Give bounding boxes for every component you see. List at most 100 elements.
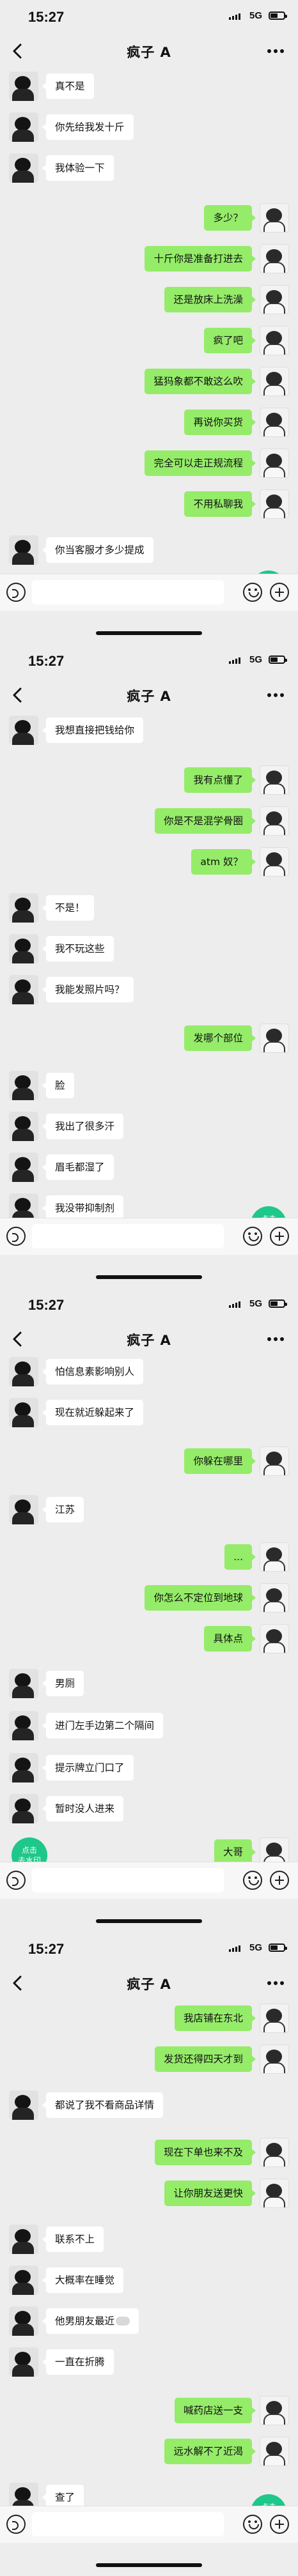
message-bubble[interactable]: 暂时没人进来 (42, 1796, 124, 1821)
message-bubble[interactable]: 眉毛都湿了 (42, 1154, 114, 1180)
plus-icon[interactable] (270, 1871, 289, 1890)
contact-avatar[interactable] (9, 112, 38, 142)
user-avatar[interactable] (260, 847, 289, 877)
voice-icon[interactable] (6, 1227, 26, 1246)
user-avatar[interactable] (260, 765, 289, 795)
contact-avatar[interactable] (9, 2090, 38, 2120)
user-avatar[interactable] (260, 2138, 289, 2167)
contact-avatar[interactable] (9, 2347, 38, 2377)
user-avatar[interactable] (260, 1624, 289, 1653)
message-input[interactable] (32, 580, 224, 604)
message-bubble[interactable]: 大哥 (214, 1839, 256, 1865)
contact-avatar[interactable] (9, 1794, 38, 1823)
user-avatar[interactable] (260, 203, 289, 233)
message-bubble[interactable]: 具体点 (204, 1626, 256, 1652)
message-bubble[interactable]: 怕信息素影响别人 (42, 1359, 144, 1384)
user-avatar[interactable] (260, 806, 289, 836)
user-avatar[interactable] (260, 408, 289, 437)
message-bubble[interactable]: 你是不是混学骨圈 (154, 808, 256, 834)
message-bubble[interactable]: 提示牌立门口了 (42, 1755, 134, 1781)
user-avatar[interactable] (260, 244, 289, 273)
contact-avatar[interactable] (9, 2266, 38, 2295)
message-input[interactable] (32, 2512, 224, 2536)
contact-avatar[interactable] (9, 1153, 38, 1182)
message-bubble[interactable]: 脸 (42, 1073, 74, 1098)
user-avatar[interactable] (260, 285, 289, 314)
message-bubble[interactable]: 我不玩这些 (42, 936, 114, 962)
message-bubble[interactable]: 我店铺在东北 (174, 2005, 256, 2031)
user-avatar[interactable] (260, 367, 289, 396)
message-bubble[interactable]: 男厕 (42, 1671, 84, 1696)
message-input[interactable] (32, 1224, 224, 1248)
user-avatar[interactable] (260, 2044, 289, 2074)
voice-icon[interactable] (6, 2515, 26, 2534)
message-bubble[interactable]: 你当客服才多少提成 (42, 537, 153, 563)
user-avatar[interactable] (260, 326, 289, 355)
message-bubble[interactable]: 我想直接把钱给你 (42, 717, 144, 743)
message-bubble[interactable]: 猛犸象都不敢这么吹 (145, 369, 256, 394)
voice-icon[interactable] (6, 1871, 26, 1890)
contact-avatar[interactable] (9, 2225, 38, 2254)
message-bubble[interactable]: 现在就近躲起来了 (42, 1400, 144, 1425)
message-bubble[interactable]: atm 奴？ (191, 849, 256, 875)
message-bubble[interactable]: 联系不上 (42, 2227, 104, 2252)
contact-avatar[interactable] (9, 2306, 38, 2336)
user-avatar[interactable] (260, 2004, 289, 2033)
plus-icon[interactable] (270, 1227, 289, 1246)
user-avatar[interactable] (260, 1446, 289, 1476)
message-bubble[interactable]: 你躲在哪里 (184, 1448, 256, 1474)
contact-avatar[interactable] (9, 1495, 38, 1524)
contact-avatar[interactable] (9, 1357, 38, 1386)
voice-icon[interactable] (6, 583, 26, 602)
user-avatar[interactable] (260, 448, 289, 478)
message-bubble[interactable]: 都说了我不看商品详情 (42, 2092, 164, 2118)
message-bubble[interactable]: 你怎么不定位到地球 (145, 1585, 256, 1611)
user-avatar[interactable] (260, 2437, 289, 2466)
contact-avatar[interactable] (9, 1753, 38, 1782)
message-bubble[interactable]: 还是放床上洗澡 (164, 287, 256, 312)
contact-avatar[interactable] (9, 535, 38, 565)
message-bubble[interactable]: 让你朋友送更快 (164, 2181, 256, 2206)
contact-avatar[interactable] (9, 716, 38, 745)
contact-avatar[interactable] (9, 1112, 38, 1141)
user-avatar[interactable] (260, 1583, 289, 1613)
message-bubble[interactable]: 大概率在睡觉 (42, 2267, 124, 2293)
message-bubble[interactable]: 现在下单也来不及 (154, 2140, 256, 2165)
message-bubble[interactable]: 我能发照片吗？ (42, 977, 134, 1002)
emoji-icon[interactable] (243, 1871, 262, 1890)
emoji-icon[interactable] (243, 583, 262, 602)
message-bubble[interactable]: 我有点懂了 (184, 767, 256, 793)
message-bubble[interactable]: 我体验一下 (42, 155, 114, 181)
contact-avatar[interactable] (9, 72, 38, 101)
user-avatar[interactable] (260, 1542, 289, 1572)
emoji-icon[interactable] (243, 2515, 262, 2534)
contact-avatar[interactable] (9, 153, 38, 183)
contact-avatar[interactable] (9, 1398, 38, 1427)
contact-avatar[interactable] (9, 1711, 38, 1740)
message-bubble[interactable]: ... (224, 1544, 256, 1570)
contact-avatar[interactable] (9, 1071, 38, 1100)
message-bubble[interactable]: 多少？ (204, 205, 256, 231)
emoji-icon[interactable] (243, 1227, 262, 1246)
more-options-icon[interactable] (265, 686, 286, 704)
message-bubble[interactable]: 发货还得四天才到 (154, 2046, 256, 2072)
message-bubble[interactable]: 不是！ (42, 895, 94, 921)
message-bubble[interactable]: 十斤你是准备打进去 (145, 246, 256, 272)
plus-icon[interactable] (270, 583, 289, 602)
message-bubble[interactable]: 疯了吧 (204, 328, 256, 353)
more-options-icon[interactable] (265, 1974, 286, 1992)
message-bubble[interactable]: 完全可以走正规流程 (145, 450, 256, 476)
more-options-icon[interactable] (265, 42, 286, 60)
contact-avatar[interactable] (9, 893, 38, 923)
contact-avatar[interactable] (9, 1669, 38, 1698)
message-bubble[interactable]: 再说你买货 (184, 410, 256, 435)
plus-icon[interactable] (270, 2515, 289, 2534)
more-options-icon[interactable] (265, 1330, 286, 1348)
message-bubble[interactable]: 进门左手边第二个隔间 (42, 1713, 164, 1738)
user-avatar[interactable] (260, 2179, 289, 2208)
message-bubble[interactable]: 真不是 (42, 73, 94, 99)
message-bubble[interactable]: 我没带抑制剂 (42, 1195, 124, 1221)
message-bubble[interactable]: 你先给我发十斤 (42, 114, 134, 140)
user-avatar[interactable] (260, 1023, 289, 1053)
message-bubble[interactable]: 他男朋友最近 (42, 2308, 139, 2334)
